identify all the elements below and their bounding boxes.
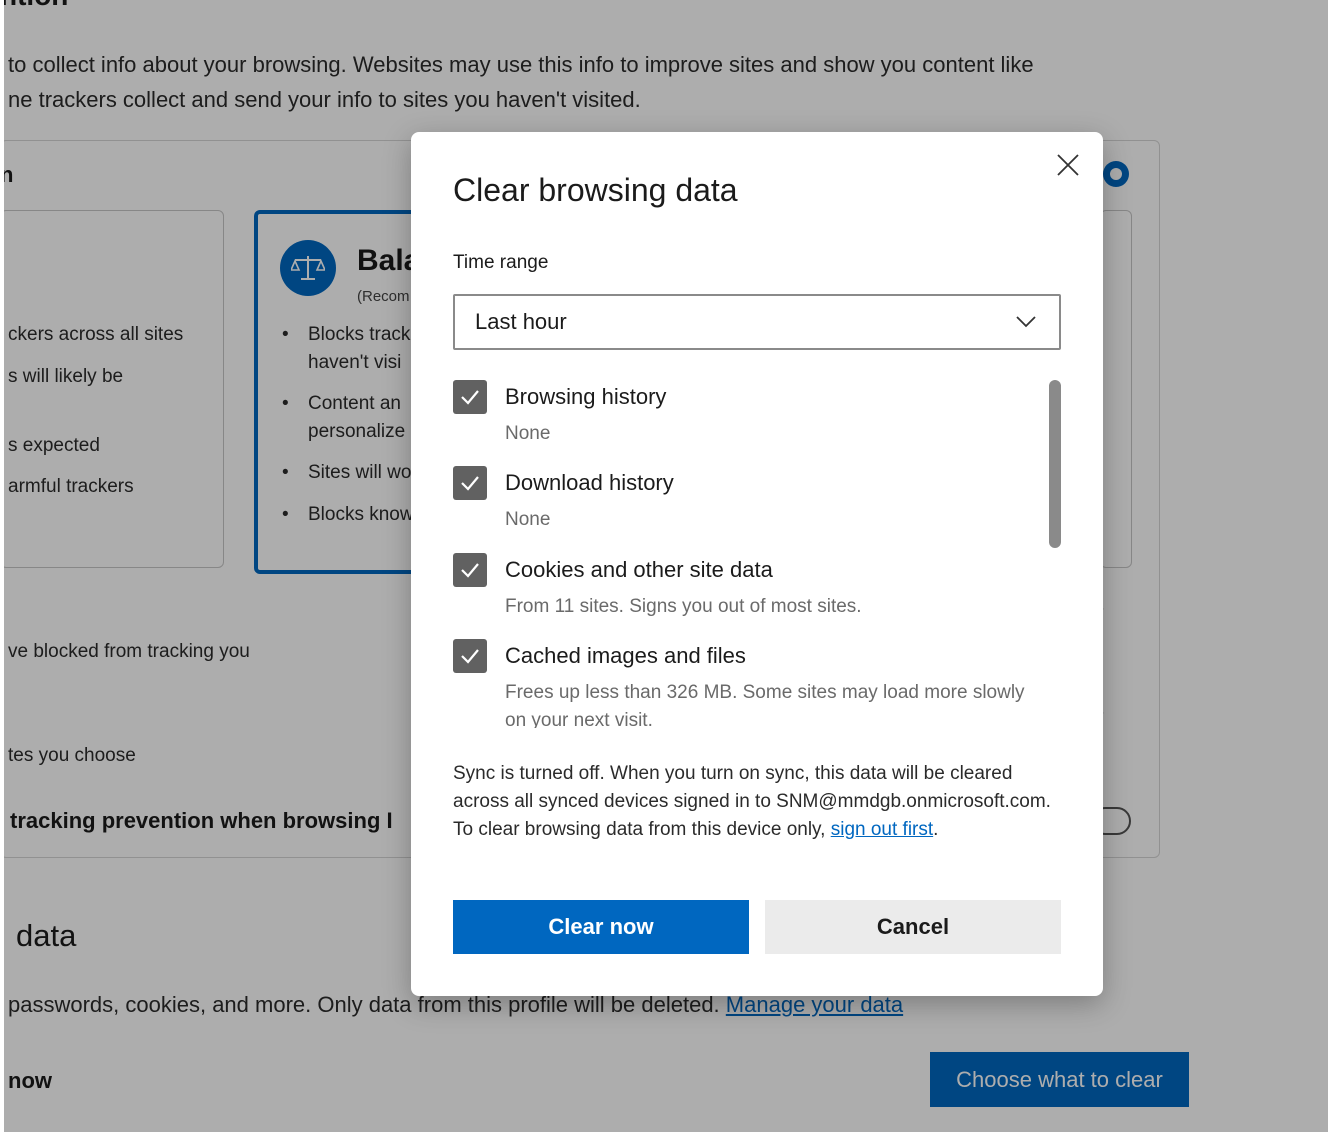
browsing-history-checkbox[interactable] [453,380,487,414]
list-item: Browsing history None [453,380,1043,460]
item-title: Cached images and files [505,643,746,668]
item-title: Cookies and other site data [505,557,773,582]
sync-end: . [933,819,939,840]
list-item: Download history None [453,466,1043,546]
dialog-title: Clear browsing data [453,172,738,208]
time-range-label: Time range [453,252,549,273]
cached-images-checkbox[interactable] [453,639,487,673]
item-detail: None [505,509,551,530]
sign-out-link[interactable]: sign out first [831,819,933,840]
clear-now-button[interactable]: Clear now [453,900,749,954]
item-title: Browsing history [505,384,667,409]
cancel-button[interactable]: Cancel [765,900,1061,954]
data-type-list: Browsing history None Download history N… [453,378,1063,728]
sync-notice: Sync is turned off. When you turn on syn… [453,760,1063,844]
window-edge [0,0,4,1132]
list-scrollbar[interactable] [1049,380,1061,548]
item-detail: None [505,423,551,444]
list-item: Cached images and files Frees up less th… [453,639,1043,728]
clear-browsing-data-dialog: Clear browsing data Time range Last hour… [411,132,1103,996]
list-item: Cookies and other site data From 11 site… [453,553,1043,633]
item-title: Download history [505,470,674,495]
time-range-select[interactable]: Last hour [453,294,1061,350]
sync-text: Sync is turned off. When you turn on syn… [453,763,1051,840]
download-history-checkbox[interactable] [453,466,487,500]
time-range-value: Last hour [475,309,567,334]
item-detail: Frees up less than 326 MB. Some sites ma… [505,682,1025,728]
chevron-down-icon [1015,310,1037,337]
cookies-checkbox[interactable] [453,553,487,587]
close-icon[interactable] [1051,148,1085,182]
item-detail: From 11 sites. Signs you out of most sit… [505,596,862,617]
